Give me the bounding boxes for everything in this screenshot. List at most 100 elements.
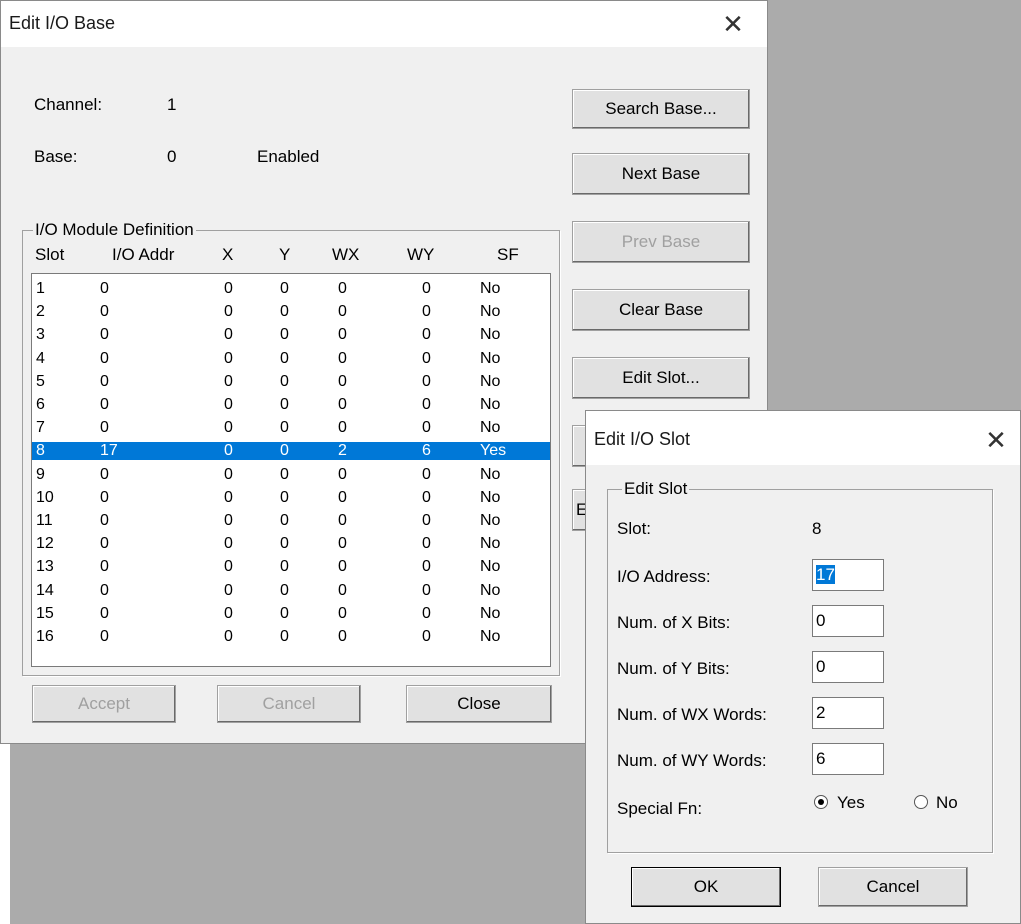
accept-button[interactable]: Accept [32, 685, 176, 723]
edit-slot-group-title: Edit Slot [622, 479, 690, 499]
cell-x: 0 [224, 349, 233, 367]
cell-io-addr: 0 [100, 349, 109, 367]
cell-y: 0 [280, 465, 289, 483]
edit-io-slot-dialog: Edit I/O Slot ✕ Edit Slot Slot: 8 I/O Ad… [585, 410, 1021, 924]
table-row[interactable]: 9 0 0 0 0 0 No [32, 466, 550, 484]
x-bits-value: 0 [816, 611, 826, 630]
cell-sf: No [480, 419, 501, 437]
cell-wy: 0 [422, 558, 431, 576]
cell-sf: No [480, 535, 501, 553]
cell-x: 0 [224, 535, 233, 553]
dialog-title: Edit I/O Slot [594, 429, 691, 449]
cell-y: 0 [280, 372, 289, 390]
wy-words-value: 6 [816, 749, 826, 768]
table-row[interactable]: 13 0 0 0 0 0 No [32, 558, 550, 576]
cell-io-addr: 0 [100, 396, 109, 413]
cell-x: 0 [224, 628, 233, 645]
cell-wx: 0 [338, 535, 347, 553]
table-row[interactable]: 4 0 0 0 0 0 No [32, 350, 550, 368]
close-icon[interactable]: ✕ [713, 7, 753, 41]
y-bits-input[interactable]: 0 [812, 651, 884, 683]
clear-base-button[interactable]: Clear Base [572, 289, 750, 331]
title-bar: Edit I/O Slot ✕ [586, 411, 1020, 465]
cell-wy: 0 [422, 303, 431, 321]
column-header-io-addr: I/O Addr [112, 245, 175, 264]
cell-wx: 0 [338, 488, 347, 506]
special-fn-yes-label[interactable]: Yes [837, 793, 865, 813]
cancel-button[interactable]: Cancel [217, 685, 361, 723]
table-row[interactable]: 14 0 0 0 0 0 No [32, 582, 550, 600]
cell-io-addr: 0 [100, 488, 109, 506]
cell-wx: 0 [338, 604, 347, 622]
slot-cancel-button[interactable]: Cancel [818, 867, 968, 907]
close-button[interactable]: Close [406, 685, 552, 723]
special-fn-yes-radio[interactable] [814, 795, 828, 809]
table-row[interactable]: 6 0 0 0 0 0 No [32, 396, 550, 414]
cell-wy: 0 [422, 349, 431, 367]
cell-wx: 2 [338, 442, 347, 460]
cell-y: 0 [280, 512, 289, 529]
cell-y: 0 [280, 628, 289, 645]
ok-button[interactable]: OK [631, 867, 781, 907]
table-row[interactable]: 7 0 0 0 0 0 No [32, 419, 550, 437]
cell-io-addr: 0 [100, 628, 109, 645]
prev-base-button[interactable]: Prev Base [572, 221, 750, 263]
cell-wx: 0 [338, 303, 347, 321]
table-row[interactable]: 5 0 0 0 0 0 No [32, 373, 550, 391]
table-row[interactable]: 12 0 0 0 0 0 No [32, 535, 550, 553]
slot-label: Slot: [617, 519, 652, 538]
search-base-button[interactable]: Search Base... [572, 89, 750, 129]
radio-checked-dot [818, 799, 824, 805]
cell-sf: No [480, 280, 501, 297]
wy-words-input[interactable]: 6 [812, 743, 884, 775]
cell-slot: 9 [36, 465, 45, 483]
column-header-x: X [222, 245, 234, 264]
cell-sf: No [480, 581, 501, 599]
special-fn-no-radio[interactable] [914, 795, 928, 809]
table-row[interactable]: 2 0 0 0 0 0 No [32, 303, 550, 321]
cell-wy: 0 [422, 512, 431, 529]
cell-x: 0 [224, 326, 233, 344]
cell-slot: 1 [36, 280, 45, 297]
table-row[interactable]: 1 0 0 0 0 0 No [32, 280, 550, 298]
cell-wy: 6 [422, 442, 431, 460]
cell-sf: No [480, 628, 501, 645]
cell-wx: 0 [338, 326, 347, 344]
base-status: Enabled [257, 147, 320, 166]
special-fn-no-label[interactable]: No [936, 793, 958, 813]
io-module-definition-title: I/O Module Definition [33, 220, 196, 240]
io-address-input[interactable]: 17 [812, 559, 884, 591]
next-base-button[interactable]: Next Base [572, 153, 750, 195]
cell-slot: 12 [36, 535, 54, 553]
cell-y: 0 [280, 349, 289, 367]
close-icon[interactable]: ✕ [976, 423, 1016, 457]
cell-wy: 0 [422, 488, 431, 506]
io-address-value: 17 [816, 565, 835, 584]
cell-wy: 0 [422, 326, 431, 344]
cell-sf: No [480, 512, 501, 529]
cell-wx: 0 [338, 512, 347, 529]
cell-slot: 6 [36, 396, 45, 413]
table-row[interactable]: 3 0 0 0 0 0 No [32, 326, 550, 344]
cell-io-addr: 0 [100, 604, 109, 622]
cell-slot: 15 [36, 604, 54, 622]
slot-list[interactable]: 1 0 0 0 0 0 No 2 0 0 0 0 0 No 3 0 0 0 0 0 No 4 0 0 0 0 0 No 5 0 0 0 0 0 No… [31, 273, 551, 667]
table-row[interactable]: 16 0 0 0 0 0 No [32, 628, 550, 646]
cell-wx: 0 [338, 372, 347, 390]
table-row[interactable]: 8 17 0 0 2 6 Yes [32, 442, 550, 460]
cell-slot: 8 [36, 442, 45, 460]
cell-io-addr: 0 [100, 326, 109, 344]
table-row[interactable]: 15 0 0 0 0 0 No [32, 605, 550, 623]
table-row[interactable]: 11 0 0 0 0 0 No [32, 512, 550, 530]
y-bits-label: Num. of Y Bits: [617, 659, 730, 678]
cell-slot: 4 [36, 349, 45, 367]
table-row[interactable]: 10 0 0 0 0 0 No [32, 489, 550, 507]
cell-wy: 0 [422, 419, 431, 437]
wx-words-input[interactable]: 2 [812, 697, 884, 729]
x-bits-input[interactable]: 0 [812, 605, 884, 637]
cell-x: 0 [224, 372, 233, 390]
edit-slot-button[interactable]: Edit Slot... [572, 357, 750, 399]
cell-io-addr: 0 [100, 303, 109, 321]
cell-slot: 3 [36, 326, 45, 344]
cell-wx: 0 [338, 581, 347, 599]
